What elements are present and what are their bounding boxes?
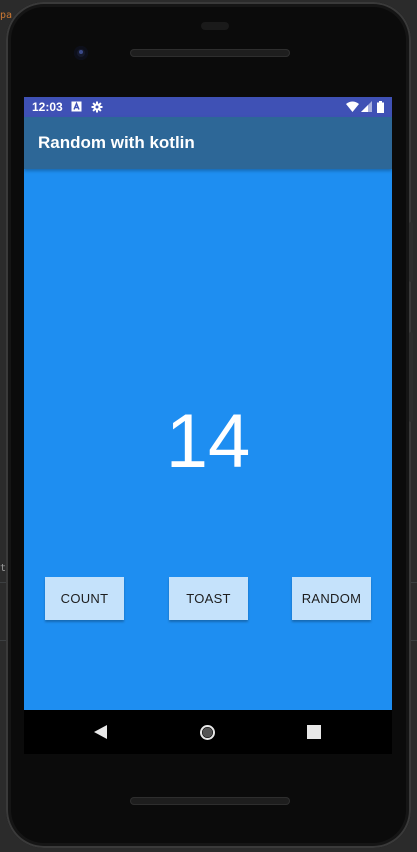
app-toolbar: Random with kotlin <box>24 117 392 169</box>
signal-icon <box>361 101 372 112</box>
random-button[interactable]: RANDOM <box>292 577 371 620</box>
app-screen: 12:03 Random with kotlin 14 COUNT TOAST … <box>24 97 392 710</box>
toast-button[interactable]: TOAST <box>169 577 248 620</box>
bottom-speaker-grille <box>130 797 290 805</box>
status-time: 12:03 <box>32 100 63 114</box>
front-camera-icon <box>74 46 88 60</box>
earpiece <box>201 22 229 30</box>
count-display: 14 <box>165 399 251 484</box>
overview-icon[interactable] <box>307 725 321 739</box>
power-button[interactable] <box>409 222 413 282</box>
top-speaker-grille <box>130 49 290 57</box>
count-button[interactable]: COUNT <box>45 577 124 620</box>
navigation-bar <box>24 710 392 754</box>
home-icon[interactable] <box>199 724 216 741</box>
battery-icon <box>377 101 384 113</box>
status-bar: 12:03 <box>24 97 392 117</box>
wifi-icon <box>346 101 359 112</box>
app-title: Random with kotlin <box>38 133 195 152</box>
ide-code-fragment-top: pa <box>0 10 13 21</box>
settings-gear-icon <box>91 101 103 113</box>
notification-a-icon <box>71 101 82 112</box>
back-icon[interactable] <box>93 724 108 740</box>
volume-button[interactable] <box>409 332 413 422</box>
